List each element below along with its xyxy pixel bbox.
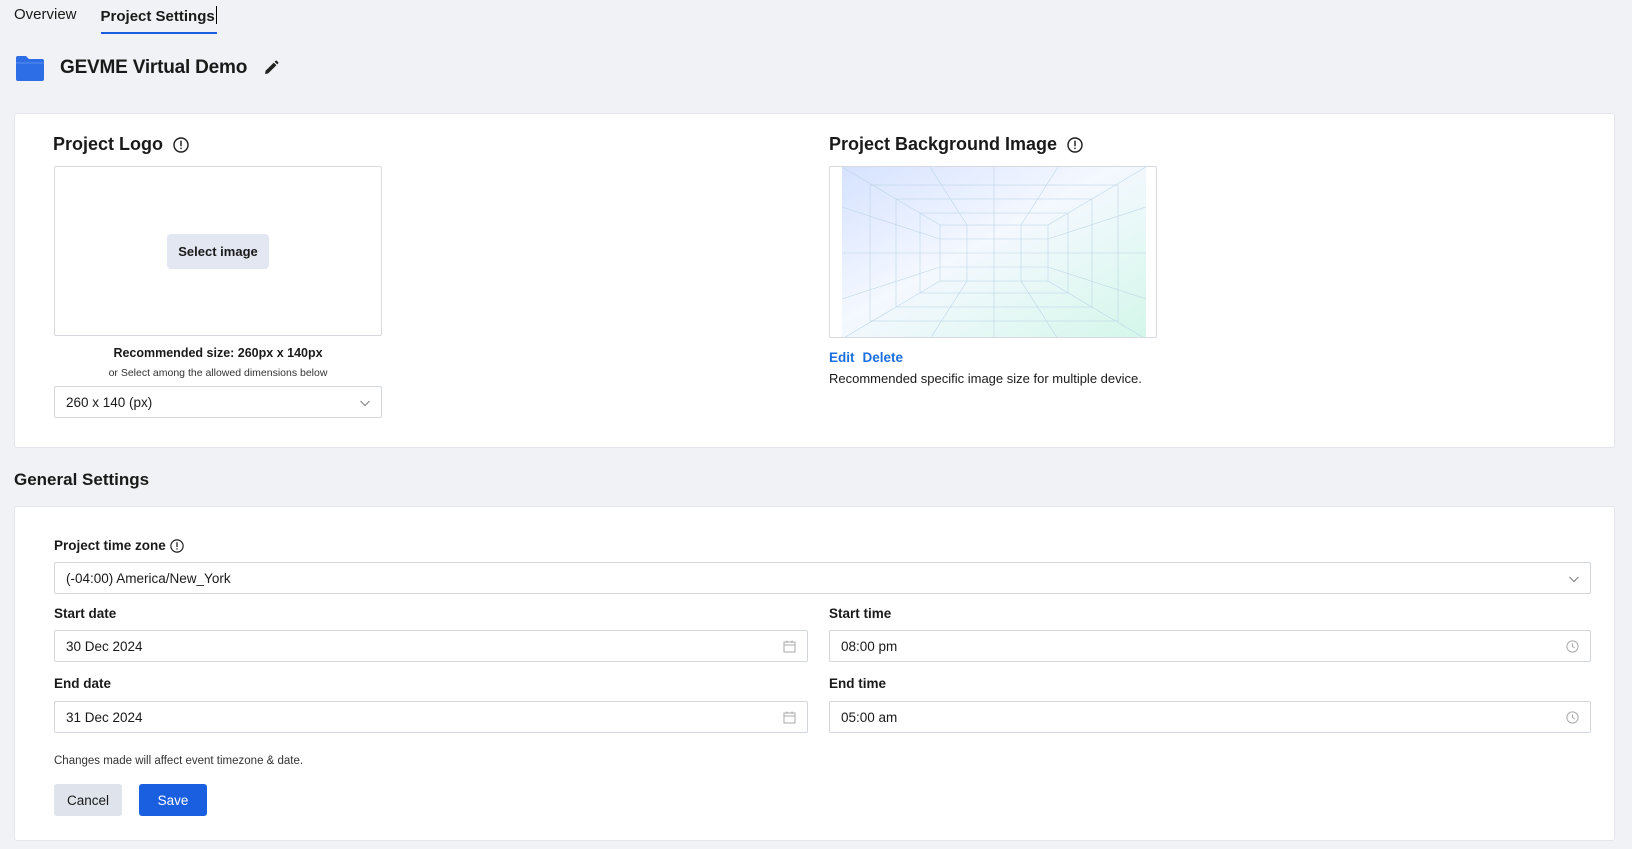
start-date-value: 30 Dec 2024: [66, 638, 143, 654]
background-image-note: Recommended specific image size for mult…: [829, 371, 1142, 386]
info-icon[interactable]: [1067, 136, 1083, 153]
tab-overview[interactable]: Overview: [14, 0, 77, 34]
pencil-icon[interactable]: [263, 60, 279, 76]
delete-background-link[interactable]: Delete: [863, 350, 904, 365]
logo-dimension-select[interactable]: 260 x 140 (px): [54, 386, 382, 418]
chevron-down-icon: [1569, 576, 1579, 583]
info-icon[interactable]: [170, 538, 184, 553]
start-time-label: Start time: [829, 606, 892, 621]
end-date-value: 31 Dec 2024: [66, 709, 143, 725]
background-image-heading: Project Background Image: [829, 134, 1083, 155]
project-logo-heading: Project Logo: [53, 134, 189, 155]
timezone-select[interactable]: (-04:00) America/New_York: [54, 562, 1591, 594]
project-logo-title: Project Logo: [53, 134, 164, 154]
background-image-actions: Edit Delete: [829, 350, 903, 365]
select-image-button[interactable]: Select image: [167, 234, 269, 269]
save-button[interactable]: Save: [139, 784, 207, 816]
start-date-label: Start date: [54, 606, 117, 621]
branding-card: Project Logo Select image Recommended si…: [14, 113, 1615, 448]
end-date-input[interactable]: 31 Dec 2024: [54, 701, 808, 733]
timezone-change-note: Changes made will affect event timezone …: [54, 755, 304, 767]
timezone-label-text: Project time zone: [54, 538, 166, 553]
general-settings-heading: General Settings: [14, 470, 150, 489]
edit-background-link[interactable]: Edit: [829, 350, 855, 365]
start-date-input[interactable]: 30 Dec 2024: [54, 630, 808, 662]
folder-icon: [16, 56, 44, 81]
recommended-size: Recommended size: 260px x 140px: [113, 346, 323, 360]
chevron-down-icon: [360, 400, 370, 407]
background-image-title: Project Background Image: [829, 134, 1058, 154]
end-time-value: 05:00 am: [841, 709, 898, 725]
logo-dimension-value: 260 x 140 (px): [66, 394, 153, 410]
clock-icon: [1566, 640, 1579, 653]
tab-project-settings[interactable]: Project Settings: [100, 0, 217, 34]
end-time-label: End time: [829, 676, 887, 691]
start-time-value: 08:00 pm: [841, 638, 898, 654]
text-cursor: [215, 6, 217, 24]
timezone-value: (-04:00) America/New_York: [66, 570, 231, 586]
info-icon[interactable]: [173, 136, 189, 153]
dimension-hint: or Select among the allowed dimensions b…: [108, 367, 328, 379]
project-header: GEVME Virtual Demo: [14, 54, 279, 82]
background-image-preview[interactable]: [829, 166, 1157, 338]
tab-project-settings-label: Project Settings: [100, 8, 215, 25]
cancel-button[interactable]: Cancel: [54, 784, 122, 816]
top-tabs: Overview Project Settings: [14, 0, 217, 36]
clock-icon: [1566, 711, 1579, 724]
end-time-input[interactable]: 05:00 am: [829, 701, 1591, 733]
project-title: GEVME Virtual Demo: [60, 57, 248, 78]
calendar-icon: [783, 711, 796, 724]
timezone-label: Project time zone: [54, 538, 184, 553]
background-image-thumbnail: [841, 167, 1147, 337]
logo-dropzone[interactable]: Select image: [54, 166, 382, 336]
calendar-icon: [783, 640, 796, 653]
start-time-input[interactable]: 08:00 pm: [829, 630, 1591, 662]
general-settings-card: Project time zone (-04:00) America/New_Y…: [14, 506, 1615, 841]
end-date-label: End date: [54, 676, 112, 691]
